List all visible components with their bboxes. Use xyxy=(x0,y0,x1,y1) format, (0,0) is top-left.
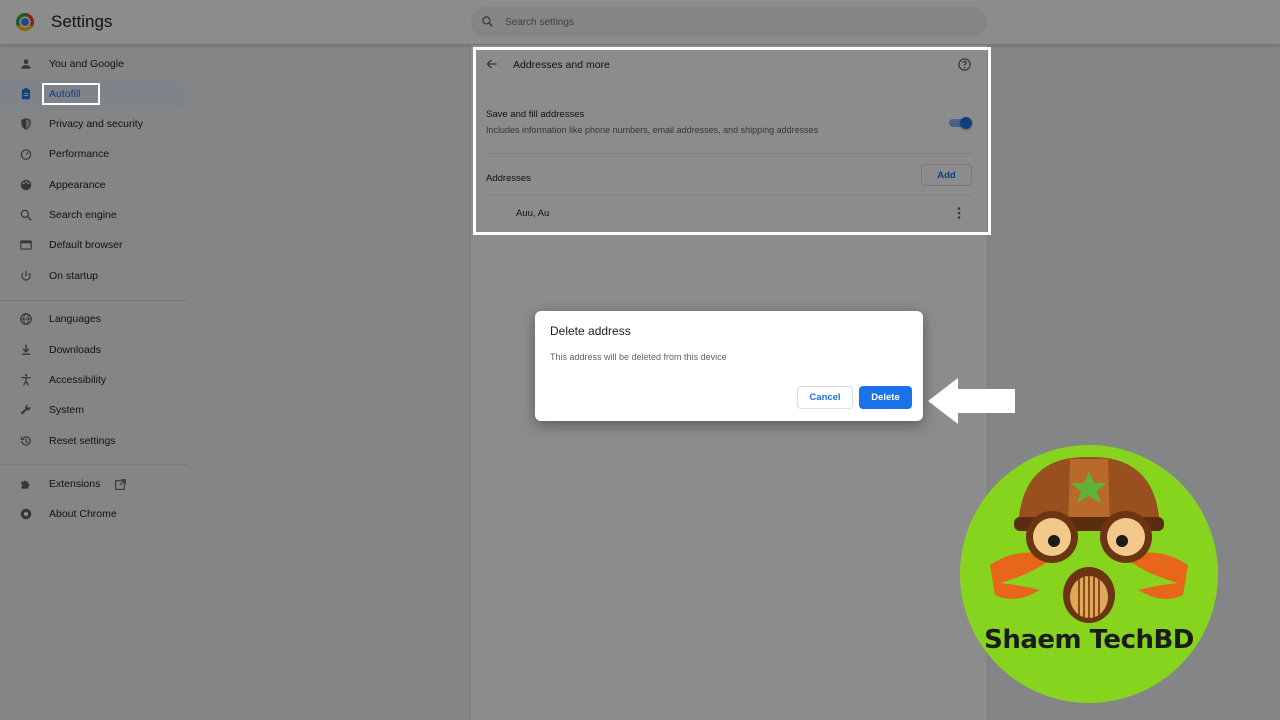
cancel-button[interactable]: Cancel xyxy=(797,386,853,409)
aviator-mascot-icon xyxy=(960,445,1218,703)
channel-logo: Shaem TechBD xyxy=(960,445,1218,703)
delete-button[interactable]: Delete xyxy=(859,386,912,409)
dialog-message: This address will be deleted from this d… xyxy=(550,352,727,362)
section-highlight-box xyxy=(473,47,991,235)
watermark-text: Shaem TechBD xyxy=(984,625,1194,655)
dialog-title: Delete address xyxy=(550,324,631,338)
pointer-arrow-icon xyxy=(928,378,1015,424)
delete-address-dialog: Delete address This address will be dele… xyxy=(535,311,923,421)
autofill-highlight-box xyxy=(42,83,100,105)
